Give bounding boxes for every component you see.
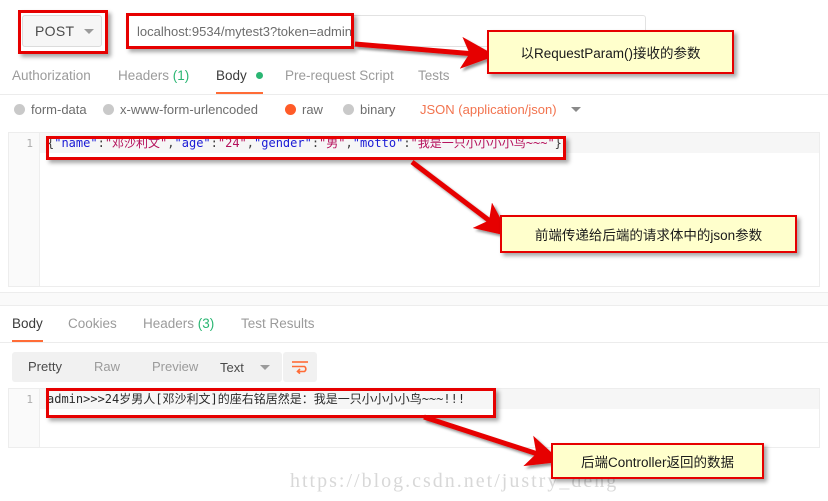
tab-headers[interactable]: Headers (1) bbox=[118, 60, 189, 94]
json-token-key: "name" bbox=[54, 136, 98, 150]
body-type-form-data[interactable]: form-data bbox=[14, 102, 87, 117]
json-token-punct: : bbox=[403, 136, 411, 150]
tab-label: Pre-request Script bbox=[285, 68, 394, 83]
tab-label: Headers bbox=[118, 68, 170, 83]
body-type-label: raw bbox=[302, 102, 323, 117]
view-mode-raw[interactable]: Raw bbox=[78, 352, 136, 382]
json-token-punct: , bbox=[167, 136, 175, 150]
response-editor-gutter: 1 bbox=[9, 389, 40, 447]
tab-pre-request-script[interactable]: Pre-request Script bbox=[285, 60, 394, 94]
content-type-label: JSON (application/json) bbox=[420, 102, 557, 117]
line-number: 1 bbox=[26, 137, 33, 150]
tab-label: Body bbox=[216, 68, 247, 83]
tab-label: Body bbox=[12, 316, 43, 331]
http-method-label: POST bbox=[35, 23, 75, 39]
radio-icon bbox=[343, 104, 354, 115]
json-token-str: "男" bbox=[319, 136, 346, 150]
response-tab-headers[interactable]: Headers (3) bbox=[143, 308, 214, 342]
url-text: localhost:9534/mytest3?token=admin bbox=[137, 23, 352, 39]
chevron-down-icon bbox=[84, 28, 95, 34]
json-token-punct: : bbox=[97, 136, 105, 150]
json-token-key: "motto" bbox=[352, 136, 404, 150]
body-type-label: x-www-form-urlencoded bbox=[120, 102, 258, 117]
radio-icon bbox=[103, 104, 114, 115]
chevron-down-icon bbox=[259, 364, 270, 370]
headers-count: (3) bbox=[197, 316, 215, 331]
response-tab-test-results[interactable]: Test Results bbox=[241, 308, 315, 342]
json-token-punct: , bbox=[246, 136, 255, 150]
callout-json-body: 前端传递给后端的请求体中的json参数 bbox=[500, 215, 797, 253]
response-format-label: Text bbox=[220, 359, 244, 375]
wrap-lines-button[interactable] bbox=[283, 352, 317, 382]
response-format-dropdown[interactable]: Text bbox=[208, 352, 282, 382]
json-token-punct: } bbox=[554, 136, 562, 150]
json-token-punct: : bbox=[311, 136, 320, 150]
body-type-row: form-data x-www-form-urlencoded raw bina… bbox=[0, 95, 828, 127]
json-token-str: "我是一只小小小小鸟~~~" bbox=[410, 136, 555, 150]
wrap-lines-icon bbox=[292, 361, 308, 374]
body-type-urlencoded[interactable]: x-www-form-urlencoded bbox=[103, 102, 258, 117]
tab-label: Tests bbox=[418, 68, 450, 83]
view-mode-pretty[interactable]: Pretty bbox=[12, 352, 78, 382]
callout-controller-response: 后端Controller返回的数据 bbox=[551, 443, 764, 479]
response-toolbar: Pretty Raw Preview Text bbox=[0, 352, 828, 386]
response-tab-cookies[interactable]: Cookies bbox=[68, 308, 117, 342]
pane-divider[interactable] bbox=[0, 292, 828, 306]
editor-gutter: 1 bbox=[9, 133, 40, 286]
json-token-punct: : bbox=[210, 136, 218, 150]
json-token-str: "24" bbox=[217, 136, 247, 150]
json-token-punct: , bbox=[345, 136, 353, 150]
tab-label: Headers bbox=[143, 316, 195, 331]
json-token-str: "邓沙利文" bbox=[104, 136, 168, 150]
tab-label: Authorization bbox=[12, 68, 91, 83]
view-mode-preview[interactable]: Preview bbox=[136, 352, 214, 382]
response-body-text: admin>>>24岁男人[邓沙利文]的座右铭居然是：我是一只小小小小鸟~~~!… bbox=[47, 392, 466, 406]
response-tabs: Body Cookies Headers (3) Test Results bbox=[0, 308, 828, 343]
callout-request-param: 以RequestParam()接收的参数 bbox=[487, 30, 734, 74]
headers-count: (1) bbox=[172, 68, 190, 83]
response-body-editor[interactable]: 1 admin>>>24岁男人[邓沙利文]的座右铭居然是：我是一只小小小小鸟~~… bbox=[8, 388, 820, 448]
body-type-binary[interactable]: binary bbox=[343, 102, 395, 117]
tab-body[interactable]: Body bbox=[216, 60, 263, 94]
content-type-dropdown[interactable]: JSON (application/json) bbox=[420, 102, 581, 117]
body-present-dot-icon bbox=[255, 72, 263, 79]
request-body-code: {"name":"邓沙利文","age":"24","gender":"男","… bbox=[47, 136, 562, 151]
body-type-label: form-data bbox=[31, 102, 87, 117]
radio-icon bbox=[14, 104, 25, 115]
http-method-dropdown[interactable]: POST bbox=[22, 15, 102, 47]
json-token-key: "gender" bbox=[254, 136, 312, 150]
tab-tests[interactable]: Tests bbox=[418, 60, 450, 94]
response-tab-body[interactable]: Body bbox=[12, 308, 43, 342]
response-view-mode-group: Pretty Raw Preview bbox=[12, 352, 215, 382]
radio-selected-icon bbox=[285, 104, 296, 115]
tab-authorization[interactable]: Authorization bbox=[12, 60, 91, 94]
chevron-down-icon bbox=[570, 107, 581, 112]
body-type-label: binary bbox=[360, 102, 396, 117]
tab-label: Cookies bbox=[68, 316, 117, 331]
line-number: 1 bbox=[26, 393, 33, 406]
request-body-editor[interactable]: 1 {"name":"邓沙利文","age":"24","gender":"男"… bbox=[8, 132, 820, 287]
tab-label: Test Results bbox=[241, 316, 315, 331]
body-type-raw[interactable]: raw bbox=[285, 102, 323, 117]
json-token-key: "age" bbox=[174, 136, 211, 150]
